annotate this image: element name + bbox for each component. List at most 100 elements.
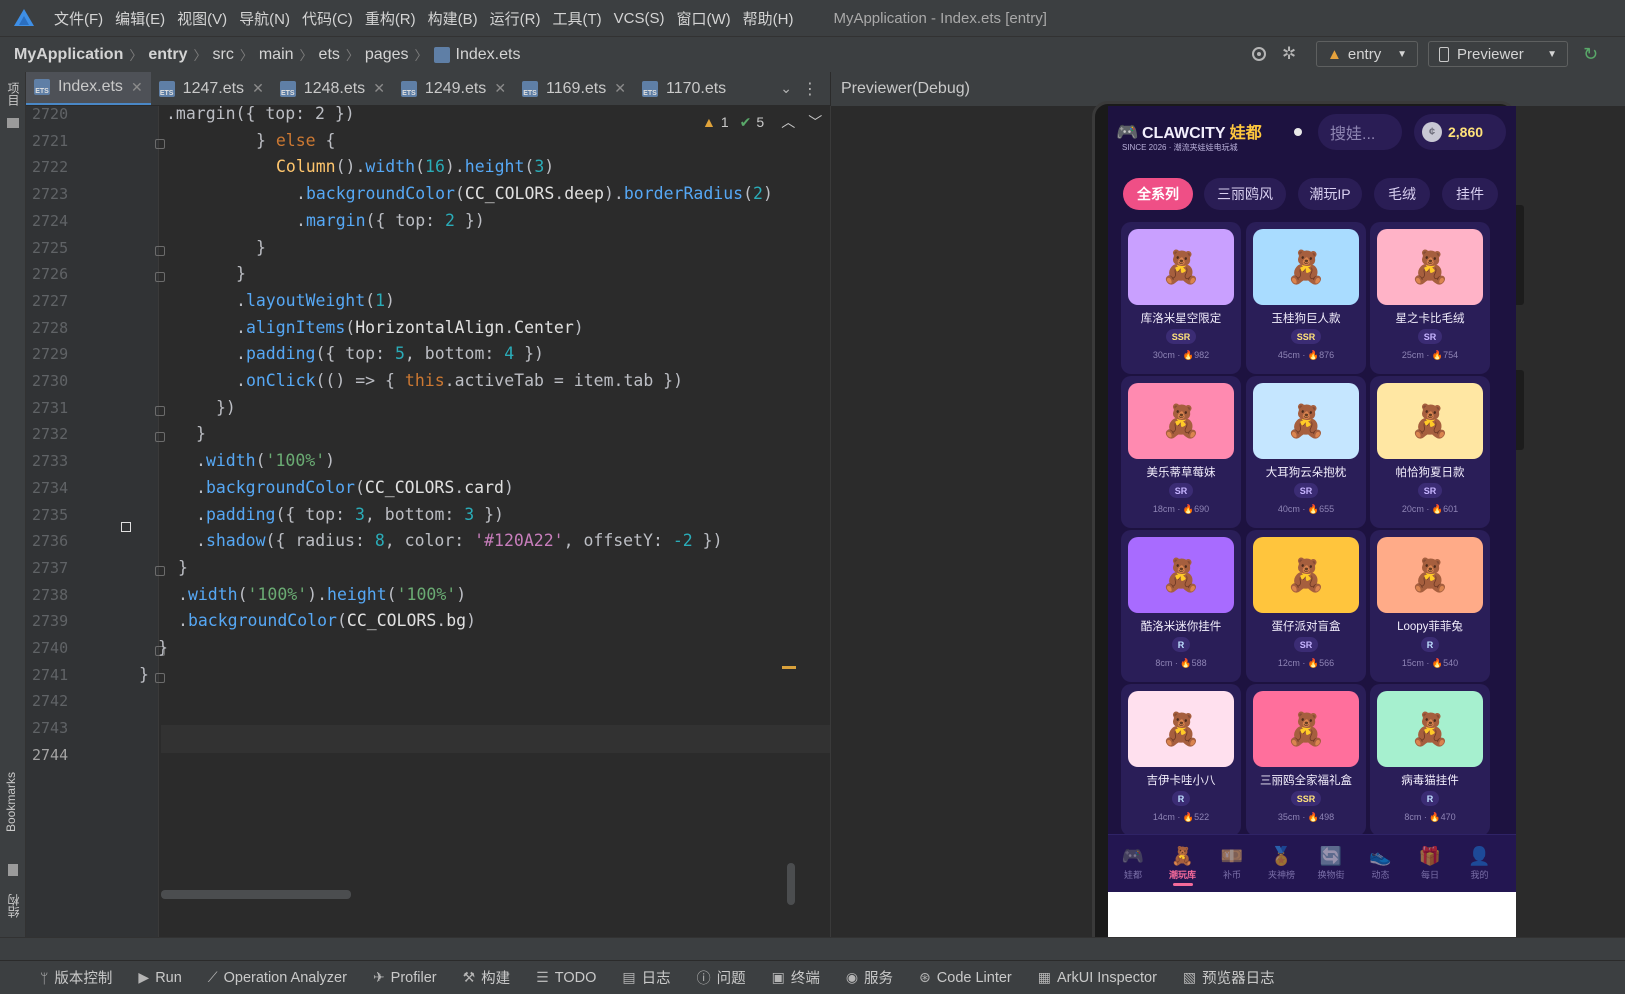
menu-build[interactable]: 构建(B) (422, 8, 484, 29)
sync-icon[interactable]: ↻ (1583, 44, 1598, 65)
inspection-widget[interactable]: ▲ 1 ✔ 5 ︿ ﹀ (702, 112, 822, 132)
nav-item[interactable]: 🏅 夹神榜 (1257, 844, 1307, 881)
tool-profiler[interactable]: ✈ Profiler (373, 969, 437, 986)
tab-1249-ets[interactable]: ETS 1249.ets ✕ (393, 72, 514, 105)
product-card[interactable]: 🧸 星之卡比毛绒 SR 25cm · 🔥754 (1370, 222, 1490, 374)
menu-navigate[interactable]: 导航(N) (233, 8, 296, 29)
tool-terminal[interactable]: ▣ 终端 (772, 967, 820, 988)
target-icon[interactable] (1250, 45, 1270, 65)
product-card[interactable]: 🧸 玉桂狗巨人款 SSR 45cm · 🔥876 (1246, 222, 1366, 374)
warning-stripe-marker[interactable] (782, 666, 796, 669)
product-card[interactable]: 🧸 Loopy菲菲兔 R 15cm · 🔥540 (1370, 530, 1490, 682)
close-icon[interactable]: ✕ (494, 80, 506, 97)
menu-view[interactable]: 视图(V) (171, 8, 233, 29)
nav-item[interactable]: 👤 我的 (1455, 844, 1505, 881)
fire-icon: 🔥 (1182, 812, 1195, 822)
fold-marker-icon[interactable] (155, 405, 165, 416)
tab-1247-ets[interactable]: ETS 1247.ets ✕ (151, 72, 272, 105)
more-options-icon[interactable]: ⋮ (802, 79, 818, 99)
fire-icon: 🔥 (1307, 812, 1320, 822)
structure-tool-button[interactable]: 结构 (5, 894, 22, 918)
debug-icon[interactable]: ✲ (1282, 44, 1302, 64)
fold-marker-icon[interactable] (155, 432, 165, 443)
close-icon[interactable]: ✕ (614, 80, 626, 97)
close-icon[interactable]: ✕ (131, 79, 143, 96)
nav-item[interactable]: 🔄 换物街 (1306, 844, 1356, 881)
nav-item[interactable]: 🎮 娃都 (1108, 844, 1158, 881)
close-icon[interactable]: ✕ (373, 80, 385, 97)
tab-1169-ets[interactable]: ETS 1169.ets ✕ (514, 72, 634, 105)
filter-trendy-ip[interactable]: 潮玩IP (1298, 178, 1362, 210)
product-card[interactable]: 🧸 酷洛米迷你挂件 R 8cm · 🔥588 (1121, 530, 1241, 682)
tool-build[interactable]: ⚒ 构建 (463, 967, 511, 988)
breadcrumb-src[interactable]: src (213, 46, 234, 64)
filter-sanrio[interactable]: 三丽鸥风 (1204, 178, 1286, 210)
tool-version-control[interactable]: ᛘ 版本控制 (40, 967, 112, 988)
nav-item[interactable]: 💴 补币 (1207, 844, 1257, 881)
tool-arkui-inspector[interactable]: ▦ ArkUI Inspector (1038, 969, 1157, 986)
project-tool-button[interactable]: 项目 (5, 82, 22, 106)
breadcrumb-project[interactable]: MyApplication (14, 46, 123, 64)
menu-run[interactable]: 运行(R) (484, 8, 547, 29)
product-card[interactable]: 🧸 大耳狗云朵抱枕 SR 40cm · 🔥655 (1246, 376, 1366, 528)
code-line: .alignItems(HorizontalAlign.Center) (236, 317, 584, 337)
fold-marker-icon[interactable] (155, 565, 165, 576)
menu-vcs[interactable]: VCS(S) (608, 10, 671, 27)
product-card[interactable]: 🧸 病毒猫挂件 R 8cm · 🔥470 (1370, 684, 1490, 836)
tab-1170-ets[interactable]: ETS 1170.ets (634, 72, 734, 105)
menu-edit[interactable]: 编辑(E) (109, 8, 171, 29)
rarity-badge: R (1421, 637, 1439, 652)
device-selector[interactable]: Previewer ▼ (1428, 41, 1568, 67)
fold-marker-icon[interactable] (155, 245, 165, 256)
tab-list-chevron-icon[interactable]: ⌄ (780, 80, 792, 97)
fold-marker-icon[interactable] (155, 272, 165, 283)
breadcrumb-module[interactable]: entry (148, 46, 187, 64)
product-card[interactable]: 🧸 蛋仔派对盲盒 SR 12cm · 🔥566 (1246, 530, 1366, 682)
tab-1248-ets[interactable]: ETS 1248.ets ✕ (272, 72, 393, 105)
tool-code-linter[interactable]: ⊛ Code Linter (919, 969, 1012, 986)
tool-log[interactable]: ▤ 日志 (622, 967, 670, 988)
vertical-scrollbar[interactable] (787, 863, 795, 905)
module-selector[interactable]: ▲ entry ▼ (1316, 41, 1418, 67)
tool-todo[interactable]: ☰ TODO (536, 969, 596, 986)
tool-previewer-log[interactable]: ▧ 预览器日志 (1183, 967, 1275, 988)
breadcrumb-pages[interactable]: pages (365, 46, 409, 64)
bookmarks-tool-button[interactable]: Bookmarks (4, 772, 18, 832)
prev-highlight-icon[interactable]: ︿ (781, 112, 795, 132)
product-card[interactable]: 🧸 帕恰狗夏日款 SR 20cm · 🔥601 (1370, 376, 1490, 528)
breadcrumb-ets[interactable]: ets (319, 46, 340, 64)
filter-charm[interactable]: 挂件 (1442, 178, 1498, 210)
menu-help[interactable]: 帮助(H) (737, 8, 800, 29)
search-input[interactable]: 搜娃... (1318, 114, 1402, 150)
fold-marker-icon[interactable] (155, 138, 165, 149)
nav-item[interactable]: 🎁 每日 (1405, 844, 1455, 881)
breakpoint-marker[interactable] (121, 522, 131, 532)
coin-balance[interactable]: ¢ 2,860 (1414, 114, 1506, 150)
product-card[interactable]: 🧸 库洛米星空限定 SSR 30cm · 🔥982 (1121, 222, 1241, 374)
menu-tools[interactable]: 工具(T) (546, 8, 607, 29)
nav-item[interactable]: 👟 动态 (1356, 844, 1406, 881)
nav-item[interactable]: 🧸 潮玩库 (1158, 844, 1208, 886)
tool-operation-analyzer[interactable]: ⟋ Operation Analyzer (208, 969, 347, 986)
fold-marker-icon[interactable] (155, 672, 165, 683)
tool-problems[interactable]: ⓘ 问题 (697, 967, 746, 988)
tool-run[interactable]: ▶ Run (138, 969, 181, 986)
horizontal-scrollbar[interactable] (161, 890, 351, 899)
tool-label: 日志 (641, 971, 671, 987)
breadcrumb-file[interactable]: Index.ets (456, 46, 521, 64)
next-highlight-icon[interactable]: ﹀ (808, 112, 822, 132)
code-editor[interactable]: 2720 .margin({ top: 2 }) 2721} else {2722 C… (26, 106, 830, 937)
filter-all[interactable]: 全系列 (1123, 178, 1193, 210)
tab-index-ets[interactable]: ETS Index.ets ✕ (26, 72, 151, 105)
menu-refactor[interactable]: 重构(R) (359, 8, 422, 29)
product-card[interactable]: 🧸 美乐蒂草莓妹 SR 18cm · 🔥690 (1121, 376, 1241, 528)
tool-services[interactable]: ◉ 服务 (846, 967, 893, 988)
product-card[interactable]: 🧸 吉伊卡哇小八 R 14cm · 🔥522 (1121, 684, 1241, 836)
menu-file[interactable]: 文件(F) (48, 8, 109, 29)
product-card[interactable]: 🧸 三丽鸥全家福礼盒 SSR 35cm · 🔥498 (1246, 684, 1366, 836)
close-icon[interactable]: ✕ (252, 80, 264, 97)
menu-window[interactable]: 窗口(W) (670, 8, 736, 29)
filter-plush[interactable]: 毛绒 (1374, 178, 1430, 210)
breadcrumb-main[interactable]: main (259, 46, 294, 64)
menu-code[interactable]: 代码(C) (296, 8, 359, 29)
